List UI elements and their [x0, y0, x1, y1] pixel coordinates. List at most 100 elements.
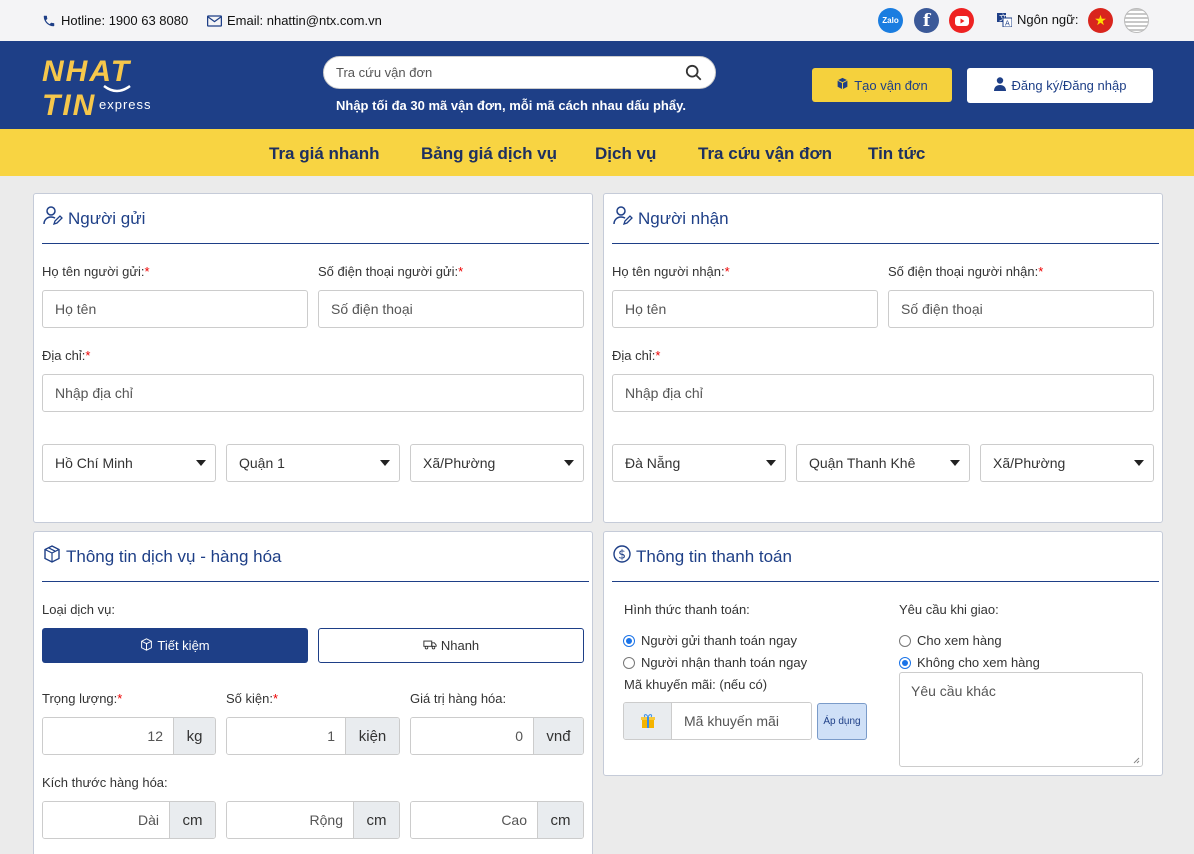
receiver-district-select[interactable]: Quận Thanh Khê	[796, 444, 970, 482]
width-unit: cm	[353, 802, 399, 838]
chevron-down-icon	[950, 460, 960, 466]
goods-value-label: Giá trị hàng hóa:	[410, 691, 507, 706]
receiver-name-input[interactable]: Họ tên	[612, 290, 878, 328]
nav-item-tracking[interactable]: Tra cứu vận đơn	[698, 144, 832, 164]
mail-icon	[207, 14, 222, 27]
sender-title-text: Người gửi	[68, 208, 146, 228]
receiver-address-label: Địa chỉ:*	[612, 348, 661, 363]
zalo-text: Zalo	[882, 16, 899, 25]
sender-phone-input[interactable]: Số điện thoại	[318, 290, 584, 328]
create-order-button[interactable]: Tạo vận đơn	[812, 68, 952, 102]
count-unit: kiện	[345, 718, 399, 754]
chevron-down-icon	[196, 460, 206, 466]
email-contact[interactable]: Email: nhattin@ntx.com.vn	[207, 13, 382, 28]
resize-handle-icon[interactable]	[1133, 757, 1140, 764]
nav-item-price-table[interactable]: Bảng giá dịch vụ	[421, 144, 557, 164]
count-input[interactable]: 1	[227, 718, 345, 754]
receiver-address-input[interactable]: Nhập địa chỉ	[612, 374, 1154, 412]
nav-item-services[interactable]: Dịch vụ	[595, 144, 656, 164]
length-unit: cm	[169, 802, 215, 838]
box-icon	[836, 77, 849, 93]
sender-phone-label: Số điện thoại người gửi:*	[318, 264, 464, 279]
vietnam-flag-icon[interactable]: ★	[1088, 8, 1113, 33]
sender-address-input[interactable]: Nhập địa chỉ	[42, 374, 584, 412]
sender-name-input[interactable]: Họ tên	[42, 290, 308, 328]
gift-icon	[624, 703, 672, 739]
login-label: Đăng ký/Đăng nhập	[1011, 78, 1127, 93]
search-icon[interactable]	[685, 64, 703, 87]
economy-service-button[interactable]: Tiết kiệm	[42, 628, 308, 663]
service-panel: Thông tin dịch vụ - hàng hóa Loại dịch v…	[33, 531, 593, 854]
other-request-placeholder: Yêu cầu khác	[911, 683, 996, 699]
sender-ward-select[interactable]: Xã/Phường	[410, 444, 584, 482]
width-input[interactable]: Rộng	[227, 802, 353, 838]
payment-receiver-radio[interactable]: Người nhận thanh toán ngay	[623, 655, 807, 670]
receiver-name-label: Họ tên người nhận:*	[612, 264, 730, 279]
us-flag-icon[interactable]	[1124, 8, 1149, 33]
receiver-province-value: Đà Nẵng	[625, 455, 681, 471]
nav-item-news[interactable]: Tin tức	[868, 144, 925, 164]
nav-item-quick-price[interactable]: Tra giá nhanh	[269, 144, 380, 164]
radio-icon	[623, 656, 635, 669]
payment-sender-label: Người gửi thanh toán ngay	[641, 633, 798, 648]
login-button[interactable]: Đăng ký/Đăng nhập	[967, 68, 1153, 103]
height-input[interactable]: Cao	[411, 802, 537, 838]
other-request-textarea[interactable]: Yêu cầu khác	[899, 672, 1143, 767]
sender-title: Người gửi	[42, 194, 589, 244]
facebook-icon[interactable]: f	[914, 8, 939, 33]
height-input-group: Cao cm	[410, 801, 584, 839]
sender-address-label: Địa chỉ:*	[42, 348, 91, 363]
tracking-search-input[interactable]	[336, 65, 666, 80]
chevron-down-icon	[1134, 460, 1144, 466]
youtube-icon[interactable]	[949, 8, 974, 33]
service-type-label: Loại dịch vụ:	[42, 602, 115, 617]
receiver-province-select[interactable]: Đà Nẵng	[612, 444, 786, 482]
receiver-panel: Người nhận Họ tên người nhận:* Số điện t…	[603, 193, 1163, 523]
language-selector: 文A Ngôn ngữ:	[997, 12, 1078, 27]
promo-input[interactable]: Mã khuyến mãi	[672, 703, 811, 739]
promo-input-group: Mã khuyến mãi	[623, 702, 812, 740]
sender-province-select[interactable]: Hồ Chí Minh	[42, 444, 216, 482]
delivery-request-label: Yêu cầu khi giao:	[899, 602, 999, 617]
chevron-down-icon	[380, 460, 390, 466]
radio-checked-icon	[899, 656, 911, 669]
email-text: Email: nhattin@ntx.com.vn	[227, 13, 382, 28]
no-inspection-radio[interactable]: Không cho xem hàng	[899, 655, 1040, 670]
weight-input[interactable]: 12	[43, 718, 173, 754]
zalo-icon[interactable]: Zalo	[878, 8, 903, 33]
radio-icon	[899, 634, 911, 647]
logo[interactable]: NHAT TIN express	[42, 55, 182, 122]
create-order-label: Tạo vận đơn	[854, 77, 928, 93]
receiver-ward-select[interactable]: Xã/Phường	[980, 444, 1154, 482]
svg-text:$: $	[618, 548, 626, 562]
height-unit: cm	[537, 802, 583, 838]
allow-inspection-radio[interactable]: Cho xem hàng	[899, 633, 1002, 648]
sender-name-label: Họ tên người gửi:*	[42, 264, 150, 279]
sender-district-select[interactable]: Quận 1	[226, 444, 400, 482]
top-bar: Hotline: 1900 63 8080 Email: nhattin@ntx…	[0, 0, 1194, 41]
chevron-down-icon	[766, 460, 776, 466]
economy-label: Tiết kiệm	[157, 638, 210, 653]
payment-receiver-label: Người nhận thanh toán ngay	[641, 655, 808, 670]
length-input[interactable]: Dài	[43, 802, 169, 838]
payment-method-label: Hình thức thanh toán:	[624, 602, 750, 617]
count-input-group: 1 kiện	[226, 717, 400, 755]
goods-value-input[interactable]: 0	[411, 718, 533, 754]
payment-title: $ Thông tin thanh toán	[612, 532, 1159, 582]
box-icon	[140, 637, 153, 654]
fast-service-button[interactable]: Nhanh	[318, 628, 584, 663]
hotline[interactable]: Hotline: 1900 63 8080	[42, 13, 188, 28]
weight-label: Trọng lượng:*	[42, 691, 123, 706]
count-label: Số kiện:*	[226, 691, 279, 706]
truck-icon	[423, 638, 437, 653]
receiver-phone-input[interactable]: Số điện thoại	[888, 290, 1154, 328]
apply-promo-button[interactable]: Áp dụng	[817, 703, 867, 740]
weight-input-group: 12 kg	[42, 717, 216, 755]
payment-title-text: Thông tin thanh toán	[636, 546, 792, 566]
logo-sub: express	[99, 97, 152, 112]
payment-sender-radio[interactable]: Người gửi thanh toán ngay	[623, 633, 797, 648]
main-nav: Tra giá nhanh Bảng giá dịch vụ Dịch vụ T…	[0, 129, 1194, 176]
receiver-district-value: Quận Thanh Khê	[809, 455, 916, 471]
package-icon	[42, 544, 62, 569]
user-icon	[993, 77, 1006, 94]
